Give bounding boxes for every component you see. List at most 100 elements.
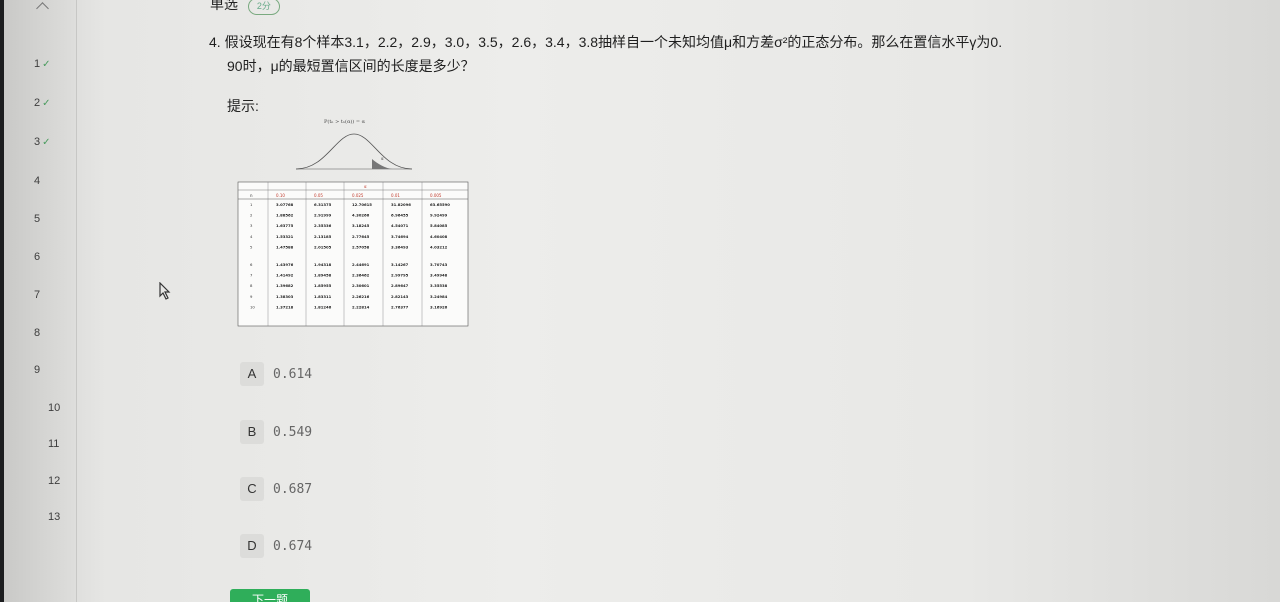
hint-label: 提示:	[227, 98, 259, 114]
nav-item-number: 6	[34, 251, 41, 263]
option-b[interactable]: B 0.549	[240, 420, 440, 448]
table-cell: 2.77645	[352, 234, 370, 239]
table-cell: 2.82143	[391, 294, 409, 299]
nav-item-6[interactable]: 6	[34, 251, 42, 263]
alpha-column-header: 0.05	[314, 193, 323, 198]
nav-item-9[interactable]: 9	[34, 364, 42, 376]
table-cell: 3.36493	[391, 244, 409, 249]
nav-item-number: 8	[34, 327, 41, 339]
table-cell: 1.43976	[276, 262, 294, 267]
table-cell: 31.82096	[391, 202, 411, 207]
chevron-up-icon[interactable]	[36, 2, 49, 15]
table-cell: 1.37218	[276, 304, 294, 309]
question-type-header: 单选 2分	[210, 0, 280, 15]
table-cell: 2.57058	[352, 244, 370, 249]
nav-item-number: 12	[48, 475, 61, 487]
formula-text: P(tₙ > tₙ(α)) = α	[324, 118, 366, 125]
nav-item-7[interactable]: 7	[34, 289, 42, 301]
nav-item-number: 5	[34, 213, 41, 225]
table-cell: 2.36462	[352, 273, 370, 278]
table-cell: 3.14267	[391, 262, 409, 267]
check-icon: ✓	[42, 59, 51, 70]
next-question-button[interactable]: 下一题	[230, 589, 310, 602]
nav-item-2[interactable]: 2 ✓	[34, 97, 51, 109]
alpha-column-header: 0.10	[276, 193, 285, 198]
table-cell: 2.99795	[391, 273, 409, 278]
table-cell: 3.35538	[430, 283, 448, 288]
question-nav: 1 ✓ 2 ✓ 3 ✓ 4 5 6 7 8 9 10 11 12 13	[4, 0, 77, 602]
option-c[interactable]: C 0.687	[240, 477, 440, 505]
table-cell: 6.31375	[314, 202, 332, 207]
question-type-label: 单选	[210, 0, 238, 12]
question-line-1: 4. 假设现在有8个样本3.1，2.2，2.9，3.0，3.5，2.6，3.4，…	[209, 34, 1003, 50]
nav-item-12[interactable]: 12	[48, 475, 62, 487]
exam-screen: 1 ✓ 2 ✓ 3 ✓ 4 5 6 7 8 9 10 11 12 13 单选 2分 4. 假设现在有8个样本3…	[4, 0, 1280, 602]
table-cell: 2.13185	[314, 234, 332, 239]
t-distribution-table-image: P(tₙ > tₙ(α)) = α α α n 0.10 0.05 0.025 0.0…	[237, 118, 469, 327]
table-cell: 2.26216	[352, 294, 370, 299]
alpha-column-header: 0.005	[430, 193, 442, 198]
nav-item-number: 4	[34, 175, 41, 187]
table-cell: 2.01505	[314, 244, 332, 249]
table-row-n: 10	[250, 304, 255, 309]
table-cell: 9.92499	[430, 213, 448, 218]
question-text: 4. 假设现在有8个样本3.1，2.2，2.9，3.0，3.5，2.6，3.4，…	[209, 30, 1149, 78]
table-cell: 12.70615	[352, 202, 372, 207]
tail-alpha-label: α	[381, 156, 384, 161]
table-cell: 6.96455	[391, 213, 409, 218]
nav-item-10[interactable]: 10	[48, 402, 62, 414]
nav-item-number: 13	[48, 511, 61, 523]
table-cell: 2.22814	[352, 304, 370, 309]
table-cell: 4.03212	[430, 244, 448, 249]
nav-item-13[interactable]: 13	[48, 511, 62, 523]
table-cell: 1.41492	[276, 273, 294, 278]
table-cell: 1.39682	[276, 283, 294, 288]
table-cell: 3.16926	[430, 304, 448, 309]
nav-item-8[interactable]: 8	[34, 327, 42, 339]
table-cell: 1.47588	[276, 244, 294, 249]
table-cell: 5.84085	[430, 223, 448, 228]
nav-item-number: 1	[34, 58, 41, 70]
nav-item-number: 2	[34, 97, 41, 109]
table-cell: 2.89647	[391, 283, 409, 288]
table-cell: 2.30601	[352, 283, 370, 288]
option-d[interactable]: D 0.674	[240, 534, 440, 562]
table-cell: 3.70743	[430, 262, 448, 267]
table-cell: 3.24984	[430, 294, 448, 299]
table-cell: 1.89458	[314, 273, 332, 278]
table-cell: 1.85955	[314, 283, 332, 288]
option-value: 0.687	[273, 482, 313, 497]
option-value: 0.674	[273, 539, 313, 554]
option-letter: B	[240, 420, 264, 444]
table-cell: 1.94318	[314, 262, 332, 267]
table-cell: 2.91999	[314, 213, 332, 218]
nav-item-number: 9	[34, 364, 41, 376]
table-cell: 2.35336	[314, 223, 332, 228]
option-letter: A	[240, 362, 264, 386]
mouse-cursor-icon	[159, 282, 171, 300]
alpha-column-header: 0.01	[391, 193, 400, 198]
density-curve	[295, 133, 413, 170]
check-icon: ✓	[42, 137, 51, 148]
nav-item-11[interactable]: 11	[48, 438, 61, 450]
table-cell: 4.30266	[352, 213, 370, 218]
nav-item-number: 3	[34, 136, 41, 148]
table-cell: 1.63775	[276, 223, 294, 228]
nav-item-3[interactable]: 3 ✓	[34, 136, 51, 148]
alpha-column-header: 0.025	[352, 193, 364, 198]
option-a[interactable]: A 0.614	[240, 362, 440, 390]
nav-item-5[interactable]: 5	[34, 213, 42, 225]
table-cell: 3.07768	[276, 202, 294, 207]
score-badge: 2分	[247, 0, 280, 15]
table-cell: 3.74694	[391, 234, 409, 239]
nav-item-4[interactable]: 4	[34, 175, 42, 187]
option-value: 0.614	[273, 367, 313, 382]
table-cell: 2.44691	[352, 262, 370, 267]
option-value: 0.549	[273, 425, 313, 440]
table-cell: 3.18245	[352, 223, 370, 228]
question-line-2: 90时，μ的最短置信区间的长度是多少？	[227, 58, 475, 74]
table-cell: 1.88562	[276, 213, 294, 218]
nav-item-number: 10	[48, 402, 61, 414]
table-cell: 1.38303	[276, 294, 294, 299]
nav-item-1[interactable]: 1 ✓	[34, 58, 51, 70]
